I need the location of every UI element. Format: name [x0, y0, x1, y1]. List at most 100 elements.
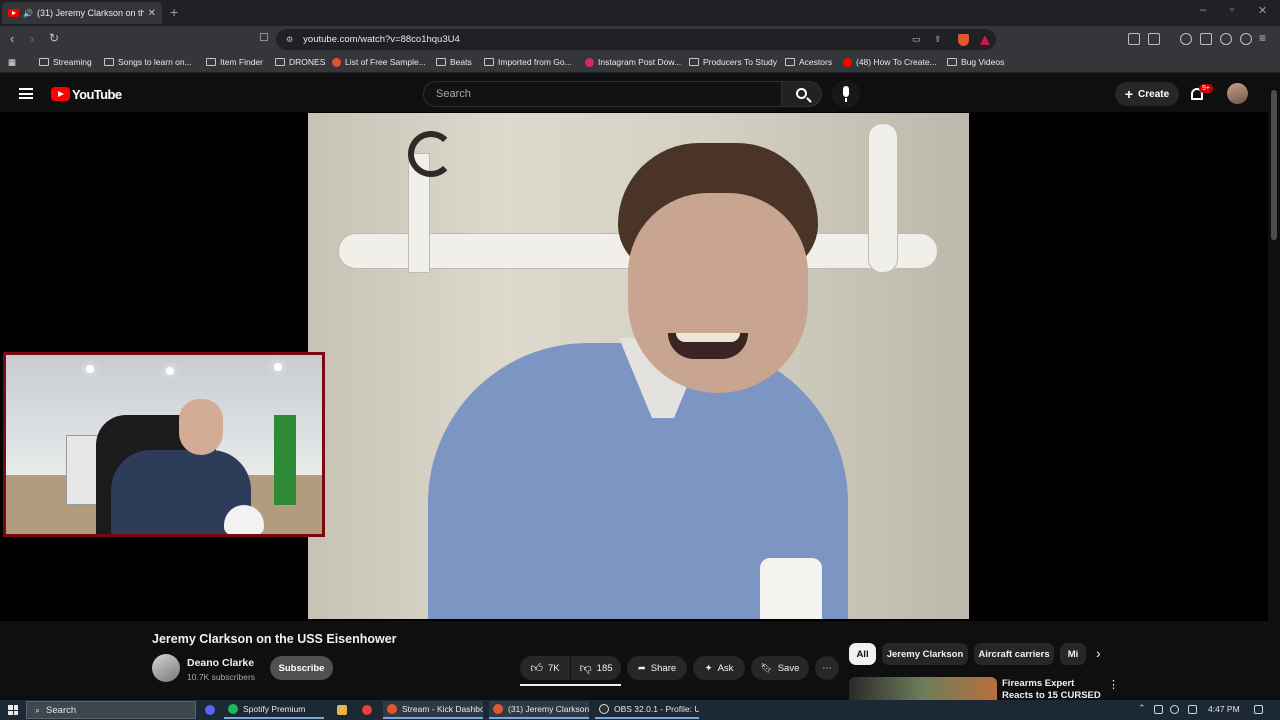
taskbar: ⌕ Search Spotify Premium Stream - Kick D… [0, 700, 1280, 720]
taskbar-app-spotify[interactable]: Spotify Premium [224, 701, 324, 719]
video-player[interactable] [0, 112, 1268, 621]
create-button[interactable]: + Create [1115, 82, 1179, 106]
save-button[interactable]: 🔖︎ Save [751, 656, 809, 680]
bookmark-icon[interactable]: ☐ [259, 31, 269, 44]
dislike-button[interactable]: 👎︎ 185 [571, 656, 621, 680]
folder-icon [484, 58, 494, 66]
share-page-icon[interactable]: ⇪ [934, 34, 942, 45]
url-text: youtube.com/watch?v=88co1hqu3U4 [303, 34, 460, 45]
spotify-icon [228, 704, 238, 714]
windows-start-icon[interactable] [8, 705, 18, 715]
account-avatar[interactable] [1227, 83, 1248, 104]
taskbar-search-input[interactable]: ⌕ Search [26, 701, 196, 719]
bookmark-item[interactable]: Songs to learn on... [104, 57, 192, 67]
sparkle-icon: ✦ [704, 662, 713, 674]
leo-ai-icon[interactable] [1220, 33, 1232, 45]
chip-more[interactable]: Mi [1060, 643, 1086, 665]
youtube-logo-icon[interactable] [51, 87, 70, 101]
extensions-icon[interactable] [1128, 33, 1140, 45]
address-bar[interactable]: ⚙ youtube.com/watch?v=88co1hqu3U4 ▭ ⇪ [276, 29, 996, 50]
file-explorer-icon[interactable] [337, 705, 347, 715]
chevron-right-icon[interactable]: › [1096, 645, 1101, 661]
apps-grid-icon[interactable]: ▦ [8, 57, 16, 68]
new-tab-button[interactable]: + [170, 4, 178, 20]
sidebar-icon[interactable] [1148, 33, 1160, 45]
notification-count-badge: 9+ [1199, 84, 1213, 93]
back-icon[interactable]: ‹ [10, 31, 14, 46]
recommended-video-thumbnail[interactable] [849, 677, 997, 700]
folder-icon [275, 58, 285, 66]
brave-rewards-icon[interactable] [980, 34, 990, 45]
maximize-icon[interactable]: ▫ [1230, 4, 1234, 16]
volume-icon[interactable] [1170, 705, 1179, 714]
window-close-icon[interactable]: ✕ [1258, 4, 1267, 17]
ceiling-light-shape [166, 367, 174, 375]
search-button[interactable] [782, 81, 822, 107]
tab-close-icon[interactable]: ✕ [148, 8, 156, 19]
pen-icon[interactable] [1188, 705, 1197, 714]
bookmark-item[interactable]: Item Finder [206, 57, 263, 67]
taskbar-app-youtube[interactable]: (31) Jeremy Clarkson ... [489, 701, 589, 719]
webcam-overlay [3, 352, 325, 537]
folder-icon [39, 58, 49, 66]
reload-icon[interactable]: ↻ [49, 31, 59, 45]
bookmark-item[interactable]: Imported from Go... [484, 57, 572, 67]
page-scrollbar[interactable] [1268, 76, 1280, 700]
site-info-icon[interactable]: ⚙ [286, 35, 293, 44]
search-input[interactable]: Search [423, 81, 782, 107]
bookmark-item[interactable]: Streaming [39, 57, 92, 67]
menu-icon[interactable]: ≡ [1259, 31, 1266, 45]
channel-avatar[interactable] [152, 654, 180, 682]
discord-icon[interactable] [205, 705, 215, 715]
media-icon[interactable] [1180, 33, 1192, 45]
youtube-logo-text[interactable]: YouTube [72, 87, 122, 102]
bookmark-item[interactable]: (48) How To Create... [843, 57, 937, 67]
subscribe-button[interactable]: Subscribe [270, 656, 333, 680]
bottle-shape [760, 558, 822, 619]
tray-overflow-icon[interactable]: ⌃ [1138, 703, 1146, 714]
ask-button[interactable]: ✦ Ask [693, 656, 745, 680]
wallet-icon[interactable] [1200, 33, 1212, 45]
chip-jeremy-clarkson[interactable]: Jeremy Clarkson [882, 643, 968, 665]
youtube-favicon-icon [843, 57, 852, 67]
browser-tab-youtube[interactable]: 🔊 (31) Jeremy Clarkson on the U ✕ [2, 2, 162, 24]
forward-icon[interactable]: › [30, 31, 34, 46]
channel-name[interactable]: Deano Clarke [187, 657, 254, 669]
plus-icon: + [1124, 86, 1134, 102]
hamburger-menu-icon[interactable] [19, 88, 33, 99]
voice-search-button[interactable] [832, 80, 860, 108]
bookmark-item[interactable]: List of Free Sample... [332, 57, 426, 67]
chip-aircraft-carriers[interactable]: Aircraft carriers [974, 643, 1054, 665]
bookmark-item[interactable]: Beats [436, 57, 472, 67]
bookmark-item[interactable]: Instagram Post Dow... [585, 57, 681, 67]
brave-shield-icon[interactable] [958, 33, 969, 46]
more-actions-button[interactable]: ⋯ [815, 656, 839, 680]
cast-icon[interactable]: ▭ [912, 34, 921, 45]
notification-center-icon[interactable] [1254, 705, 1263, 714]
network-icon[interactable] [1154, 705, 1163, 714]
site-favicon-icon [585, 57, 594, 67]
thumbs-up-icon: 👍︎ [530, 660, 543, 675]
taskbar-clock[interactable]: 4:47 PM [1208, 704, 1240, 714]
recommended-video-title[interactable]: Firearms Expert Reacts to 15 CURSED Movi… [1002, 678, 1104, 700]
browser-toolbar: ‹ › ↻ ☐ ⚙ youtube.com/watch?v=88co1hqu3U… [0, 26, 1280, 53]
video-frame[interactable] [308, 113, 969, 619]
minimize-icon[interactable]: – [1200, 4, 1206, 16]
green-screen-shape [274, 415, 296, 505]
like-button[interactable]: 👍︎ 7K [520, 656, 570, 680]
share-button[interactable]: ➦ Share [627, 656, 687, 680]
bookmark-item[interactable]: Bug Videos [947, 57, 1004, 67]
folder-icon [104, 58, 114, 66]
bookmark-item[interactable]: Acestors [785, 57, 832, 67]
bookmark-item[interactable]: DRONES [275, 57, 325, 67]
more-vertical-icon[interactable]: ⋮ [1108, 678, 1119, 691]
taskbar-app-obs[interactable]: OBS 32.0.1 - Profile: U... [595, 701, 699, 719]
bookmark-item[interactable]: Producers To Study [689, 57, 777, 67]
vpn-icon[interactable] [1240, 33, 1252, 45]
person-teeth-shape [676, 333, 740, 342]
taskbar-app-kick[interactable]: Stream - Kick Dashbo... [383, 701, 483, 719]
chip-all[interactable]: All [849, 643, 876, 665]
scrollbar-thumb[interactable] [1271, 90, 1277, 240]
folder-icon [785, 58, 795, 66]
chrome-icon[interactable] [362, 705, 372, 715]
